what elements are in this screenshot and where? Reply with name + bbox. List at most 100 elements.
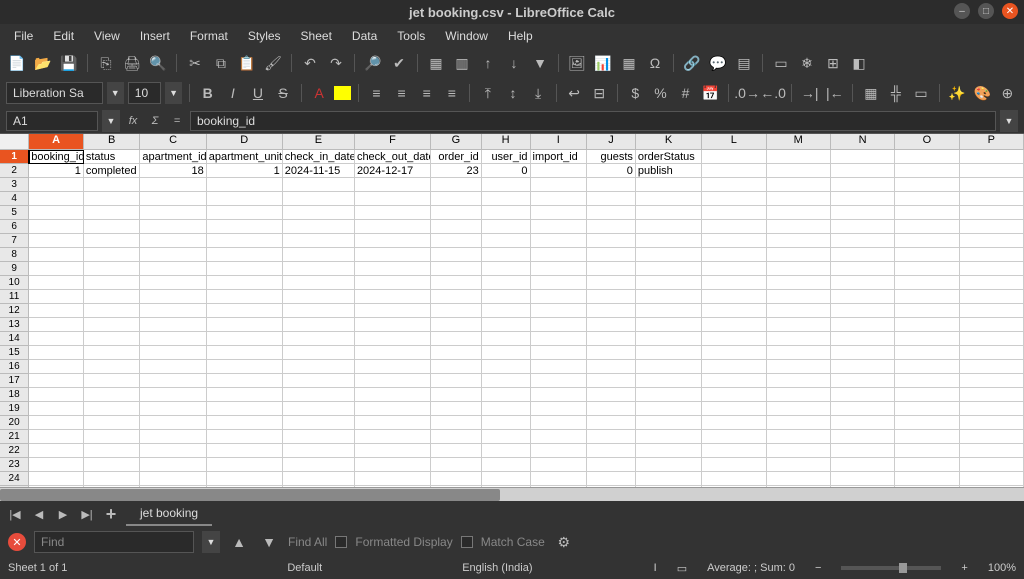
cell-D22[interactable] xyxy=(207,444,283,458)
cell-D18[interactable] xyxy=(207,388,283,402)
menu-file[interactable]: File xyxy=(6,26,41,46)
cell-P24[interactable] xyxy=(960,472,1024,486)
cell-E3[interactable] xyxy=(283,178,355,192)
cell-B4[interactable] xyxy=(84,192,141,206)
cell-O20[interactable] xyxy=(895,416,959,430)
cell-J9[interactable] xyxy=(587,262,636,276)
row-header-5[interactable]: 5 xyxy=(0,206,29,220)
cell-J22[interactable] xyxy=(587,444,636,458)
cell-J1[interactable]: guests xyxy=(587,150,636,164)
cell-I22[interactable] xyxy=(531,444,588,458)
cell-A13[interactable] xyxy=(29,318,84,332)
sheet-tab[interactable]: jet booking xyxy=(126,502,212,526)
zoom-in-icon[interactable]: + xyxy=(961,562,967,574)
cell-P15[interactable] xyxy=(960,346,1024,360)
cell-L15[interactable] xyxy=(702,346,766,360)
cell-I4[interactable] xyxy=(531,192,588,206)
define-print-area-icon[interactable]: ▭ xyxy=(770,52,792,74)
cell-H2[interactable]: 0 xyxy=(482,164,531,178)
cell-K21[interactable] xyxy=(636,430,702,444)
column-header-O[interactable]: O xyxy=(895,134,959,150)
cell-G9[interactable] xyxy=(431,262,482,276)
cell-P11[interactable] xyxy=(960,290,1024,304)
insert-rows-icon[interactable]: ⊕ xyxy=(997,82,1018,104)
cell-D14[interactable] xyxy=(207,332,283,346)
cell-N17[interactable] xyxy=(831,374,895,388)
cell-B21[interactable] xyxy=(84,430,141,444)
row-header-12[interactable]: 12 xyxy=(0,304,29,318)
cell-H20[interactable] xyxy=(482,416,531,430)
cell-G8[interactable] xyxy=(431,248,482,262)
cell-M18[interactable] xyxy=(767,388,831,402)
cell-O14[interactable] xyxy=(895,332,959,346)
column-header-N[interactable]: N xyxy=(831,134,895,150)
cell-H10[interactable] xyxy=(482,276,531,290)
cell-I5[interactable] xyxy=(531,206,588,220)
cell-L7[interactable] xyxy=(702,234,766,248)
cell-P7[interactable] xyxy=(960,234,1024,248)
cell-L18[interactable] xyxy=(702,388,766,402)
cell-B5[interactable] xyxy=(84,206,141,220)
cell-B20[interactable] xyxy=(84,416,141,430)
cell-L21[interactable] xyxy=(702,430,766,444)
cell-K9[interactable] xyxy=(636,262,702,276)
cell-D20[interactable] xyxy=(207,416,283,430)
cell-G14[interactable] xyxy=(431,332,482,346)
close-button[interactable]: ✕ xyxy=(1002,3,1018,19)
zoom-slider-thumb[interactable] xyxy=(899,563,907,573)
print-icon[interactable]: 🖨 xyxy=(121,52,143,74)
cell-P2[interactable] xyxy=(960,164,1024,178)
name-box[interactable]: A1 xyxy=(6,111,98,131)
column-header-M[interactable]: M xyxy=(767,134,831,150)
cell-F23[interactable] xyxy=(355,458,431,472)
open-icon[interactable]: 📂 xyxy=(32,52,54,74)
cell-K17[interactable] xyxy=(636,374,702,388)
freeze-icon[interactable]: ❄ xyxy=(796,52,818,74)
row-header-16[interactable]: 16 xyxy=(0,360,29,374)
cell-D10[interactable] xyxy=(207,276,283,290)
undo-icon[interactable]: ↶ xyxy=(299,52,321,74)
cell-E11[interactable] xyxy=(283,290,355,304)
cell-I12[interactable] xyxy=(531,304,588,318)
cell-A23[interactable] xyxy=(29,458,84,472)
cell-I1[interactable]: import_id xyxy=(531,150,588,164)
cell-F12[interactable] xyxy=(355,304,431,318)
cell-M20[interactable] xyxy=(767,416,831,430)
cell-H4[interactable] xyxy=(482,192,531,206)
cell-O3[interactable] xyxy=(895,178,959,192)
comment-icon[interactable]: 💬 xyxy=(707,52,729,74)
cell-L17[interactable] xyxy=(702,374,766,388)
cell-H3[interactable] xyxy=(482,178,531,192)
row-header-19[interactable]: 19 xyxy=(0,402,29,416)
cell-O5[interactable] xyxy=(895,206,959,220)
cell-B18[interactable] xyxy=(84,388,141,402)
column-header-J[interactable]: J xyxy=(587,134,636,150)
scrollbar-thumb[interactable] xyxy=(0,489,500,501)
cell-E1[interactable]: check_in_date xyxy=(283,150,355,164)
borders-icon[interactable]: ▦ xyxy=(860,82,881,104)
highlight-color-icon[interactable] xyxy=(334,86,351,100)
cell-A24[interactable] xyxy=(29,472,84,486)
copy-icon[interactable]: ⧉ xyxy=(210,52,232,74)
cell-K11[interactable] xyxy=(636,290,702,304)
align-middle-icon[interactable]: ↕ xyxy=(502,82,523,104)
menu-sheet[interactable]: Sheet xyxy=(293,26,340,46)
cell-M17[interactable] xyxy=(767,374,831,388)
cell-G13[interactable] xyxy=(431,318,482,332)
align-top-icon[interactable]: ⤒ xyxy=(477,82,498,104)
cell-F6[interactable] xyxy=(355,220,431,234)
cell-G4[interactable] xyxy=(431,192,482,206)
cell-L19[interactable] xyxy=(702,402,766,416)
cell-F2[interactable]: 2024-12-17 xyxy=(355,164,431,178)
cell-I8[interactable] xyxy=(531,248,588,262)
cell-M9[interactable] xyxy=(767,262,831,276)
align-center-icon[interactable]: ≡ xyxy=(391,82,412,104)
cell-C9[interactable] xyxy=(140,262,206,276)
cell-J6[interactable] xyxy=(587,220,636,234)
menu-edit[interactable]: Edit xyxy=(45,26,82,46)
cell-M8[interactable] xyxy=(767,248,831,262)
percent-icon[interactable]: % xyxy=(650,82,671,104)
cell-J19[interactable] xyxy=(587,402,636,416)
align-justify-icon[interactable]: ≡ xyxy=(441,82,462,104)
cell-H1[interactable]: user_id xyxy=(482,150,531,164)
